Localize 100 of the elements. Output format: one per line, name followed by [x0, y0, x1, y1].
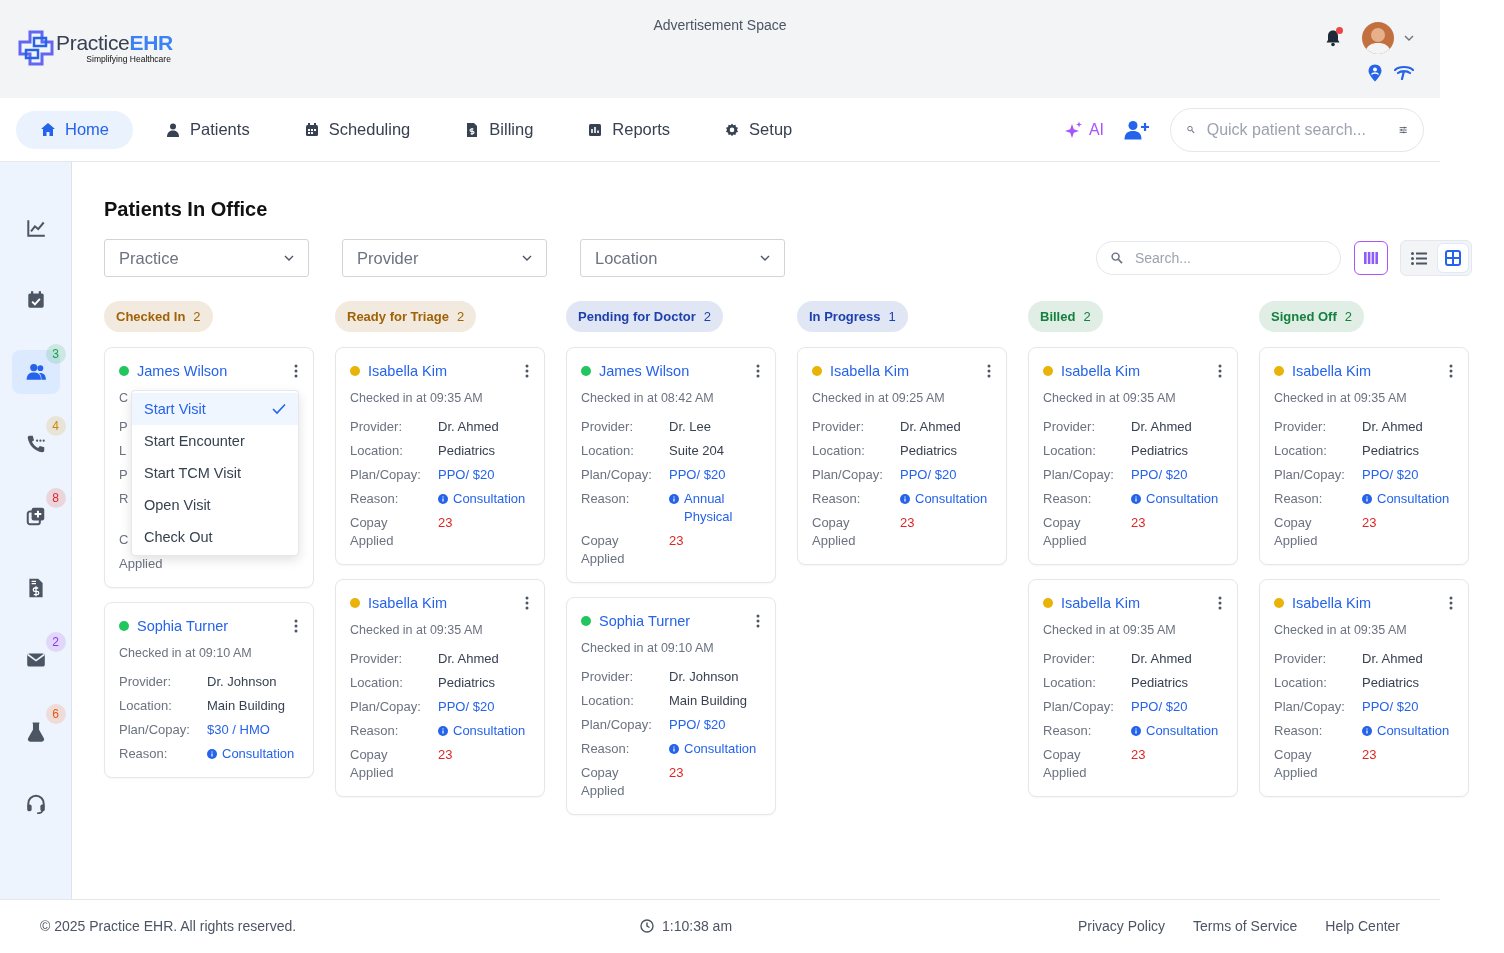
field-label: Location: [1043, 674, 1097, 692]
field-value: Pediatrics [1362, 674, 1420, 692]
menu-item[interactable]: Start Visit [132, 393, 298, 425]
checked-in-time: Checked in at 09:25 AM [812, 391, 946, 405]
checked-in-time: Checked in at 09:10 AM [119, 646, 253, 660]
quick-search-field[interactable]: Quick patient search... [1204, 119, 1389, 140]
field-value: Dr. Johnson [207, 673, 277, 691]
patient-name[interactable]: Isabella Kim [1292, 595, 1371, 611]
field-value: PPO/ $20 [669, 716, 726, 734]
footer-link[interactable]: Privacy Policy [1077, 918, 1166, 934]
field-label: Copay Applied [581, 532, 626, 568]
avatar[interactable] [1362, 22, 1394, 54]
person-icon [165, 121, 181, 138]
more-icon[interactable] [1448, 596, 1454, 610]
menu-item[interactable]: Start Encounter [132, 425, 298, 457]
reason-text: Consultation [1146, 722, 1219, 740]
status-pill: Pending for Doctor 2 [566, 301, 723, 332]
nav-tab[interactable]: Setup [702, 110, 815, 149]
field-label: Plan/Copay: [119, 721, 191, 739]
filter-dropdown[interactable]: Provider [342, 239, 547, 277]
field-value: Dr. Ahmed [438, 650, 499, 668]
more-icon[interactable] [293, 364, 299, 378]
field-label: Plan/Copay: [581, 466, 653, 484]
kanban-view-button[interactable] [1354, 241, 1388, 275]
patient-name[interactable]: Isabella Kim [368, 363, 447, 379]
chevron-down-icon[interactable] [1404, 35, 1414, 41]
patient-name[interactable]: Isabella Kim [830, 363, 909, 379]
info-icon [438, 725, 448, 736]
field-label: Reason: [1274, 722, 1324, 740]
more-icon[interactable] [986, 364, 992, 378]
patient-name[interactable]: James Wilson [137, 363, 228, 379]
field-label: Reason: [812, 490, 862, 508]
menu-item[interactable]: Check Out [132, 521, 298, 553]
more-icon[interactable] [1217, 596, 1223, 610]
field-label: Reason: [1274, 490, 1324, 508]
field-label: Reason: [1043, 490, 1093, 508]
field-label: L [119, 442, 127, 460]
field-value: Pediatrics [1362, 442, 1420, 460]
reason-text: Consultation [453, 490, 526, 508]
patient-name[interactable]: Sophia Turner [599, 613, 691, 629]
more-icon[interactable] [524, 596, 530, 610]
menu-item[interactable]: Open Visit [132, 489, 298, 521]
field-label: Plan/Copay: [1043, 466, 1115, 484]
field-label: Reason: [581, 490, 631, 508]
field-label: Location: [1274, 442, 1328, 460]
count-badge: 2 [45, 632, 66, 652]
add-user-icon[interactable] [1124, 119, 1150, 140]
field-value: Dr. Johnson [669, 668, 739, 686]
tagline: Simplifying Healthcare [86, 54, 171, 64]
footer-link[interactable]: Help Center [1325, 918, 1400, 934]
field-label: Provider: [581, 668, 635, 686]
field-label: Plan/Copay: [1274, 466, 1346, 484]
field-label: Location: [1274, 674, 1328, 692]
patient-name[interactable]: Isabella Kim [1292, 363, 1371, 379]
nav-tab[interactable]: Scheduling [281, 110, 433, 149]
ai-button[interactable]: AI [1058, 119, 1110, 140]
more-icon[interactable] [1448, 364, 1454, 378]
field-value: Dr. Ahmed [1131, 650, 1192, 668]
more-icon[interactable] [755, 614, 761, 628]
footer-link[interactable]: Terms of Service [1193, 918, 1298, 934]
field-value: PPO/ $20 [438, 698, 495, 716]
filter-dropdown[interactable]: Practice [104, 239, 309, 277]
location-pin-icon[interactable] [1368, 64, 1382, 82]
clock-time: 1:10:38 am [662, 918, 733, 934]
field-value: Dr. Lee [669, 418, 711, 436]
reason-text: Annual Physical [684, 490, 734, 526]
grid-view-button[interactable] [1438, 244, 1468, 272]
nav-tab[interactable]: Billing [442, 110, 556, 149]
patient-name[interactable]: Isabella Kim [1061, 595, 1140, 611]
reason-text: Consultation [1377, 722, 1450, 740]
nav-tab[interactable]: Reports [565, 110, 693, 149]
more-icon[interactable] [293, 619, 299, 633]
signal-icon[interactable] [1394, 64, 1414, 80]
filter-dropdown[interactable]: Location [580, 239, 785, 277]
patient-name[interactable]: Sophia Turner [137, 618, 229, 634]
field-label: Plan/Copay: [350, 466, 422, 484]
advertisement-text: Advertisement Space [653, 17, 787, 33]
nav-tab[interactable]: Patients [143, 110, 272, 149]
sidebar-item[interactable] [11, 350, 60, 394]
more-icon[interactable] [524, 364, 530, 378]
patient-name[interactable]: Isabella Kim [1061, 363, 1140, 379]
home-icon [40, 121, 56, 138]
patient-name[interactable]: Isabella Kim [368, 595, 447, 611]
info-icon [438, 493, 448, 504]
search-field[interactable]: Search... [1132, 249, 1326, 267]
menu-item[interactable]: Start TCM Visit [132, 457, 298, 489]
more-icon[interactable] [1217, 364, 1223, 378]
field-label: Reason: [350, 722, 400, 740]
more-icon[interactable] [755, 364, 761, 378]
field-value: Main Building [207, 697, 286, 715]
list-icon [1411, 251, 1427, 265]
field-label: Plan/Copay: [812, 466, 884, 484]
checked-in-time: C [119, 391, 130, 405]
field-value: 23 [669, 532, 684, 550]
patient-name[interactable]: James Wilson [599, 363, 690, 379]
reason-text: Consultation [1377, 490, 1450, 508]
field-label: Location: [350, 674, 404, 692]
nav-tab[interactable]: Home [16, 110, 133, 149]
field-label: Provider: [1043, 650, 1097, 668]
reason-text: Consultation [1146, 490, 1219, 508]
